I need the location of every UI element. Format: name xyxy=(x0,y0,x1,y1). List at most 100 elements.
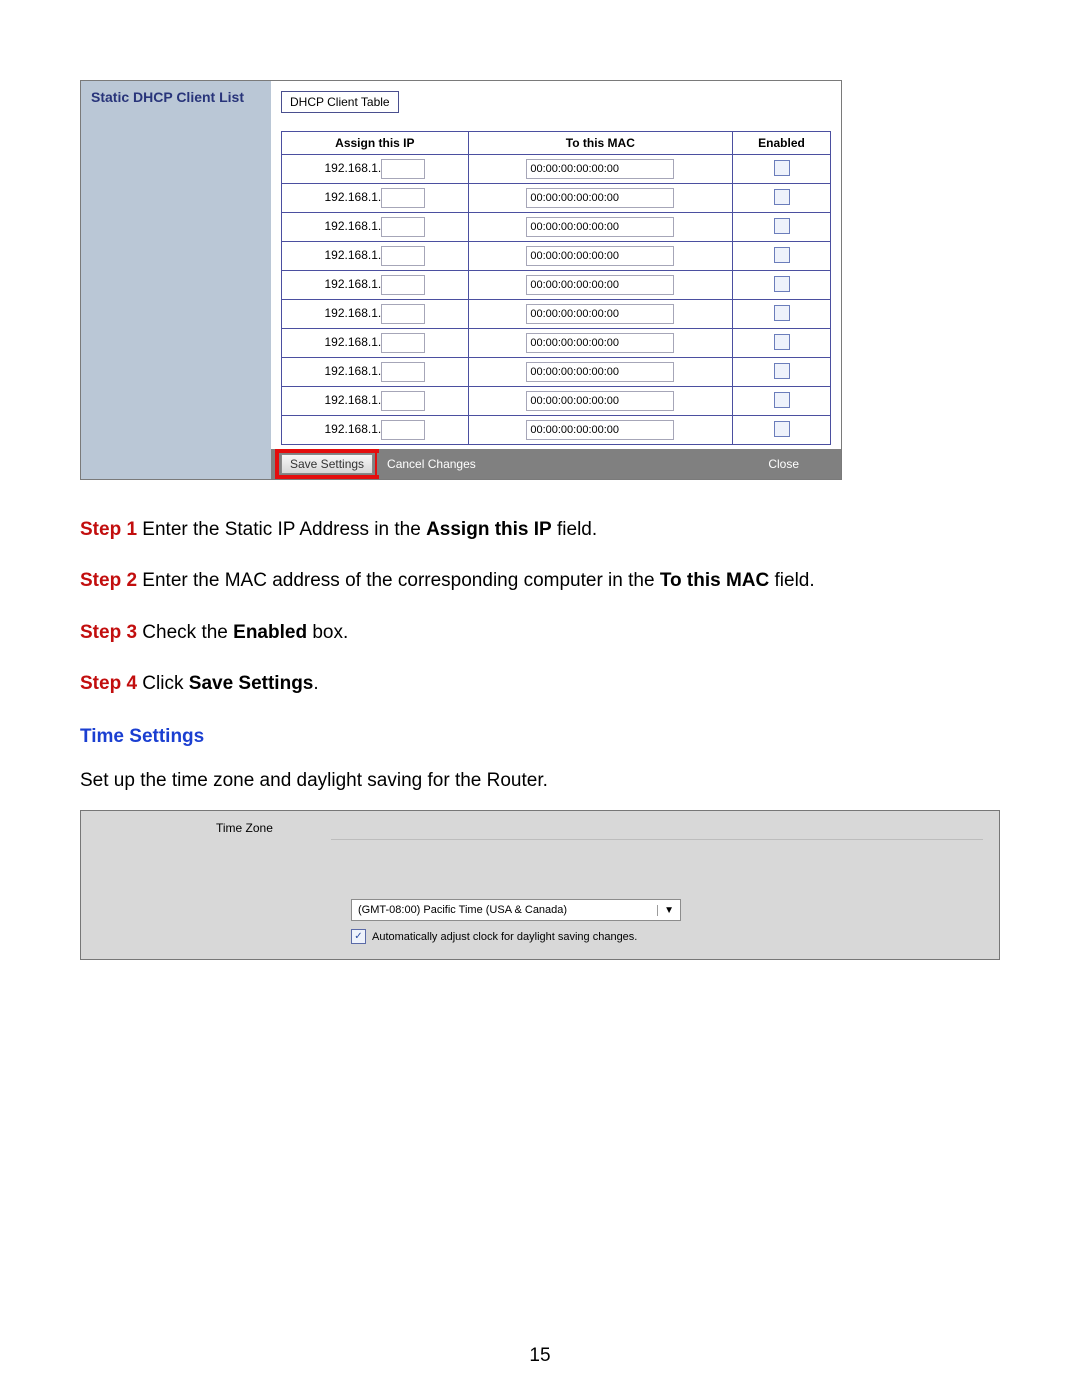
dst-row: ✓ Automatically adjust clock for dayligh… xyxy=(351,929,637,944)
step-1: Step 1 Enter the Static IP Address in th… xyxy=(80,514,1000,546)
enabled-checkbox[interactable] xyxy=(774,218,790,234)
divider xyxy=(331,839,983,840)
enabled-cell xyxy=(733,358,831,387)
mac-cell xyxy=(468,213,732,242)
enabled-checkbox[interactable] xyxy=(774,189,790,205)
dhcp-main-panel: DHCP Client Table Assign this IP To this… xyxy=(271,81,841,479)
mac-input[interactable] xyxy=(526,246,674,266)
step-2: Step 2 Enter the MAC address of the corr… xyxy=(80,565,1000,597)
save-settings-highlight: Save Settings xyxy=(275,449,379,479)
save-settings-button[interactable]: Save Settings xyxy=(281,454,373,474)
time-zone-selected: (GMT-08:00) Pacific Time (USA & Canada) xyxy=(358,904,567,916)
enabled-cell xyxy=(733,300,831,329)
ip-cell: 192.168.1. xyxy=(282,271,469,300)
mac-input[interactable] xyxy=(526,159,674,179)
dhcp-table: Assign this IP To this MAC Enabled 192.1… xyxy=(281,131,831,445)
table-row: 192.168.1. xyxy=(282,242,831,271)
dhcp-client-screenshot: Static DHCP Client List DHCP Client Tabl… xyxy=(80,80,842,480)
enabled-checkbox[interactable] xyxy=(774,421,790,437)
enabled-checkbox[interactable] xyxy=(774,363,790,379)
ip-octet-input[interactable] xyxy=(381,275,425,295)
enabled-cell xyxy=(733,242,831,271)
time-settings-intro: Set up the time zone and daylight saving… xyxy=(80,770,1000,792)
mac-cell xyxy=(468,358,732,387)
enabled-checkbox[interactable] xyxy=(774,334,790,350)
mac-input[interactable] xyxy=(526,304,674,324)
time-zone-label: Time Zone xyxy=(216,821,273,835)
time-zone-select[interactable]: (GMT-08:00) Pacific Time (USA & Canada) … xyxy=(351,899,681,921)
step-3: Step 3 Check the Enabled box. xyxy=(80,617,1000,649)
mac-cell xyxy=(468,242,732,271)
enabled-checkbox[interactable] xyxy=(774,247,790,263)
mac-input[interactable] xyxy=(526,188,674,208)
table-row: 192.168.1. xyxy=(282,387,831,416)
chevron-down-icon: ▼ xyxy=(657,905,674,916)
enabled-cell xyxy=(733,213,831,242)
enabled-cell xyxy=(733,329,831,358)
mac-cell xyxy=(468,271,732,300)
table-row: 192.168.1. xyxy=(282,416,831,445)
ip-cell: 192.168.1. xyxy=(282,242,469,271)
ip-cell: 192.168.1. xyxy=(282,300,469,329)
mac-cell xyxy=(468,300,732,329)
ip-octet-input[interactable] xyxy=(381,188,425,208)
enabled-cell xyxy=(733,184,831,213)
table-row: 192.168.1. xyxy=(282,300,831,329)
enabled-checkbox[interactable] xyxy=(774,160,790,176)
mac-input[interactable] xyxy=(526,420,674,440)
ip-octet-input[interactable] xyxy=(381,420,425,440)
mac-cell xyxy=(468,155,732,184)
mac-input[interactable] xyxy=(526,217,674,237)
ip-octet-input[interactable] xyxy=(381,304,425,324)
table-row: 192.168.1. xyxy=(282,184,831,213)
mac-input[interactable] xyxy=(526,362,674,382)
ip-cell: 192.168.1. xyxy=(282,213,469,242)
dhcp-side-panel: Static DHCP Client List xyxy=(81,81,271,479)
col-assign-ip: Assign this IP xyxy=(282,132,469,155)
table-row: 192.168.1. xyxy=(282,329,831,358)
dst-label: Automatically adjust clock for daylight … xyxy=(372,931,637,943)
dhcp-button-bar: Save Settings Cancel Changes Close xyxy=(271,449,841,479)
dst-checkbox[interactable]: ✓ xyxy=(351,929,366,944)
ip-octet-input[interactable] xyxy=(381,391,425,411)
col-enabled: Enabled xyxy=(733,132,831,155)
table-row: 192.168.1. xyxy=(282,358,831,387)
step-3-label: Step 3 xyxy=(80,622,137,643)
step-2-label: Step 2 xyxy=(80,570,137,591)
ip-cell: 192.168.1. xyxy=(282,358,469,387)
ip-octet-input[interactable] xyxy=(381,159,425,179)
ip-octet-input[interactable] xyxy=(381,333,425,353)
mac-input[interactable] xyxy=(526,391,674,411)
enabled-cell xyxy=(733,387,831,416)
table-row: 192.168.1. xyxy=(282,155,831,184)
check-icon: ✓ xyxy=(354,931,362,942)
ip-cell: 192.168.1. xyxy=(282,184,469,213)
ip-cell: 192.168.1. xyxy=(282,155,469,184)
mac-input[interactable] xyxy=(526,275,674,295)
step-4: Step 4 Click Save Settings. xyxy=(80,668,1000,700)
time-settings-heading: Time Settings xyxy=(80,726,1000,748)
enabled-cell xyxy=(733,271,831,300)
table-row: 192.168.1. xyxy=(282,271,831,300)
ip-octet-input[interactable] xyxy=(381,246,425,266)
ip-octet-input[interactable] xyxy=(381,362,425,382)
enabled-checkbox[interactable] xyxy=(774,305,790,321)
ip-octet-input[interactable] xyxy=(381,217,425,237)
table-row: 192.168.1. xyxy=(282,213,831,242)
mac-cell xyxy=(468,387,732,416)
step-1-label: Step 1 xyxy=(80,519,137,540)
mac-cell xyxy=(468,329,732,358)
dhcp-side-header: Static DHCP Client List xyxy=(81,81,271,113)
enabled-checkbox[interactable] xyxy=(774,392,790,408)
cancel-changes-button[interactable]: Cancel Changes xyxy=(377,453,486,475)
close-button[interactable]: Close xyxy=(758,453,809,475)
ip-cell: 192.168.1. xyxy=(282,329,469,358)
enabled-checkbox[interactable] xyxy=(774,276,790,292)
enabled-cell xyxy=(733,416,831,445)
enabled-cell xyxy=(733,155,831,184)
dhcp-client-table-button[interactable]: DHCP Client Table xyxy=(281,91,399,113)
mac-cell xyxy=(468,184,732,213)
col-to-this-mac: To this MAC xyxy=(468,132,732,155)
mac-cell xyxy=(468,416,732,445)
mac-input[interactable] xyxy=(526,333,674,353)
